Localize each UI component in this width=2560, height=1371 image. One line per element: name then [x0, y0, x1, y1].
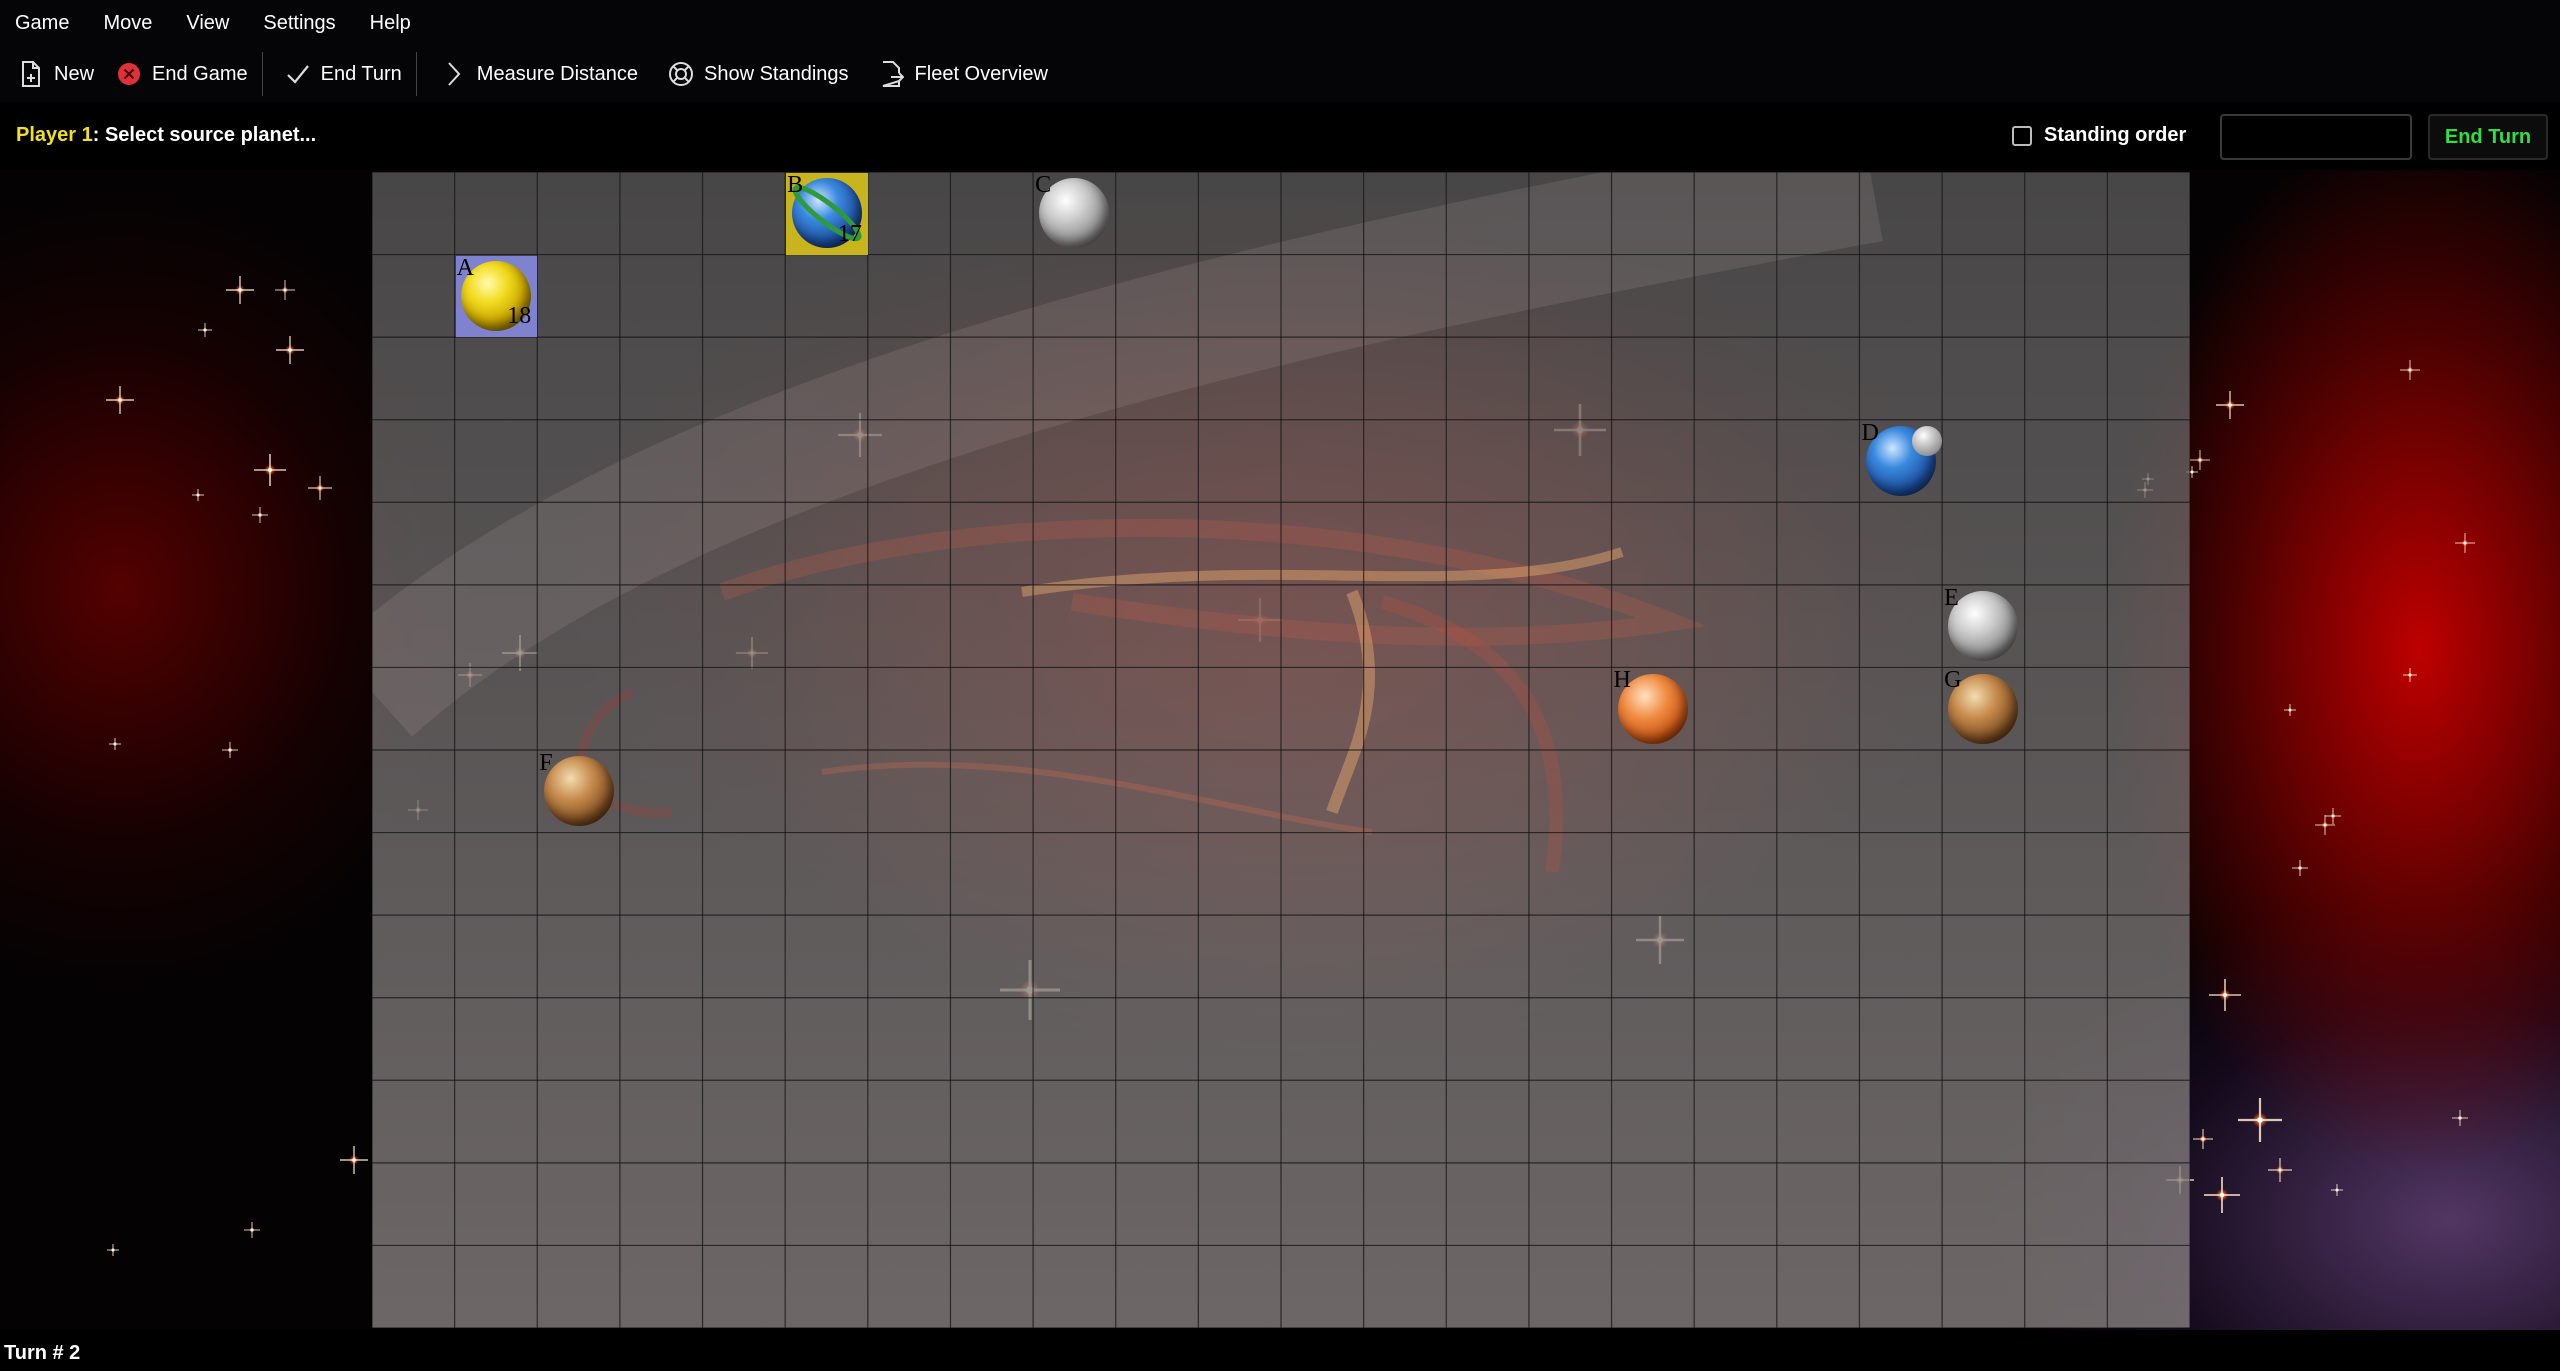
planet-label: C — [1035, 172, 1052, 198]
new-game-label: New — [54, 62, 95, 85]
planet-label: D — [1861, 419, 1879, 446]
planet-label: A — [456, 254, 474, 281]
new-game-button[interactable]: New — [0, 52, 106, 96]
end-game-button[interactable]: End Game — [106, 52, 260, 96]
planet-label: B — [787, 172, 804, 198]
play-area: A 18 B 17 C D E F G H — [0, 170, 2560, 1330]
turn-counter: Turn # 2 — [4, 1342, 81, 1364]
toolbar-divider — [261, 52, 263, 96]
map-grid — [372, 172, 2190, 1328]
fleet-overview-button[interactable]: Fleet Overview — [861, 52, 1060, 96]
status-bar: Turn # 2 — [0, 1330, 2560, 1371]
status-row: Player 1: Select source planet... Standi… — [0, 102, 2560, 170]
menu-help[interactable]: Help — [353, 12, 428, 35]
planet-label: E — [1944, 584, 1959, 611]
galaxy-map[interactable]: A 18 B 17 C D E F G H — [372, 172, 2190, 1328]
planet-f[interactable] — [543, 756, 614, 827]
standing-order-label: Standing order — [2044, 124, 2187, 146]
fleet-count-input[interactable] — [2220, 114, 2412, 160]
standing-order-checkbox[interactable] — [2012, 125, 2032, 146]
fleet-overview-label: Fleet Overview — [914, 62, 1048, 85]
map-overlay — [372, 172, 2190, 1328]
chevron-right-icon — [441, 61, 467, 87]
close-circle-icon — [116, 61, 142, 87]
lifebuoy-icon — [668, 61, 694, 87]
planet-label: G — [1944, 667, 1962, 694]
toolbar: New End Game End Turn Measure Distance S… — [0, 46, 2560, 102]
fleet-count: 18 — [507, 303, 532, 330]
prompt-text: : Select source planet... — [92, 124, 317, 146]
measure-distance-button[interactable]: Measure Distance — [419, 52, 650, 96]
end-game-label: End Game — [152, 62, 248, 85]
end-turn-tool-label: End Turn — [320, 62, 402, 85]
standing-order-toggle[interactable]: Standing order — [2012, 124, 2186, 147]
menubar: Game Move View Settings Help — [0, 0, 2560, 46]
menu-view[interactable]: View — [169, 12, 246, 35]
planet-label: F — [539, 750, 553, 776]
end-turn-tool-button[interactable]: End Turn — [265, 52, 414, 96]
turn-prompt: Player 1: Select source planet... — [16, 124, 316, 147]
moon-icon — [1911, 426, 1942, 456]
planet-label: H — [1613, 667, 1631, 694]
checkmark-icon — [285, 61, 311, 87]
menu-move[interactable]: Move — [86, 12, 169, 35]
document-export-icon — [879, 61, 905, 87]
measure-distance-label: Measure Distance — [476, 62, 638, 85]
toolbar-divider-2 — [415, 52, 417, 96]
show-standings-button[interactable]: Show Standings — [650, 52, 861, 96]
current-player: Player 1 — [16, 124, 93, 146]
end-turn-button[interactable]: End Turn — [2428, 114, 2548, 160]
menu-game[interactable]: Game — [0, 12, 86, 35]
menu-settings[interactable]: Settings — [246, 12, 352, 35]
show-standings-label: Show Standings — [703, 62, 849, 85]
new-document-icon — [18, 61, 44, 87]
fleet-count: 17 — [837, 220, 862, 247]
